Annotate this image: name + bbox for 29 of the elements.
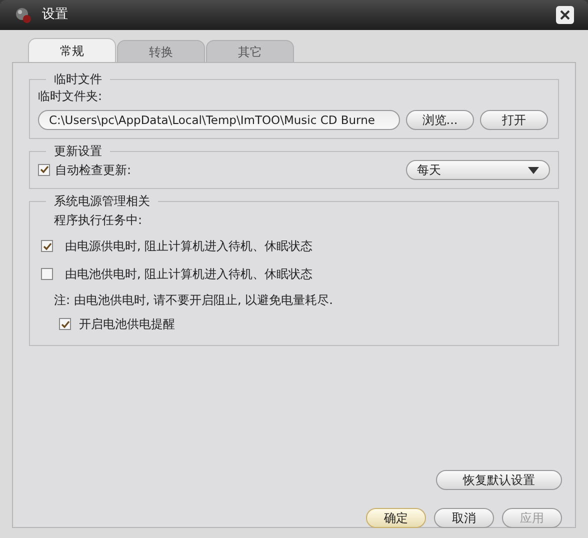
frequency-dropdown[interactable]: 每天 xyxy=(406,160,550,180)
dialog-button[interactable]: 取消 xyxy=(434,508,494,528)
tab[interactable]: 常规 xyxy=(28,38,116,62)
checkbox-label: 由电源供电时, 阻止计算机进入待机、休眠状态 xyxy=(65,238,313,255)
tab[interactable]: 其它 xyxy=(206,40,294,62)
close-icon xyxy=(560,10,570,20)
folder-path-field[interactable]: C:\Users\pc\AppData\Local\Temp\ImTOO\Music CD Burne xyxy=(38,110,400,130)
checkbox[interactable] xyxy=(41,240,53,252)
window-title: 设置 xyxy=(42,6,68,24)
tab[interactable]: 转换 xyxy=(117,40,205,62)
group-title: 更新设置 xyxy=(46,144,110,158)
app-logo-icon xyxy=(14,6,34,24)
field-label: 临时文件夹: xyxy=(38,88,104,104)
checkbox[interactable] xyxy=(59,318,71,330)
dropdown-caret-icon xyxy=(528,166,539,174)
dialog-button[interactable]: 确定 xyxy=(366,508,426,528)
checkbox[interactable] xyxy=(38,164,50,176)
group-title: 系统电源管理相关 xyxy=(46,194,158,208)
open-button[interactable]: 打开 xyxy=(480,110,548,130)
checkbox[interactable] xyxy=(41,268,53,280)
section-label: 程序执行任务中: xyxy=(53,212,144,229)
close-button[interactable] xyxy=(556,6,574,24)
note-text: 注: 由电池供电时, 请不要开启阻止, 以避免电量耗尽. xyxy=(53,292,334,309)
browse-button[interactable]: 浏览... xyxy=(406,110,474,130)
checkbox-label: 自动检查更新: xyxy=(55,162,132,179)
group-title: 临时文件 xyxy=(46,72,110,86)
checkbox-label: 由电池供电时, 阻止计算机进入待机、休眠状态 xyxy=(65,266,313,283)
checkbox-label: 开启电池供电提醒 xyxy=(79,316,175,333)
restore-defaults-button[interactable]: 恢复默认设置 xyxy=(436,470,562,490)
